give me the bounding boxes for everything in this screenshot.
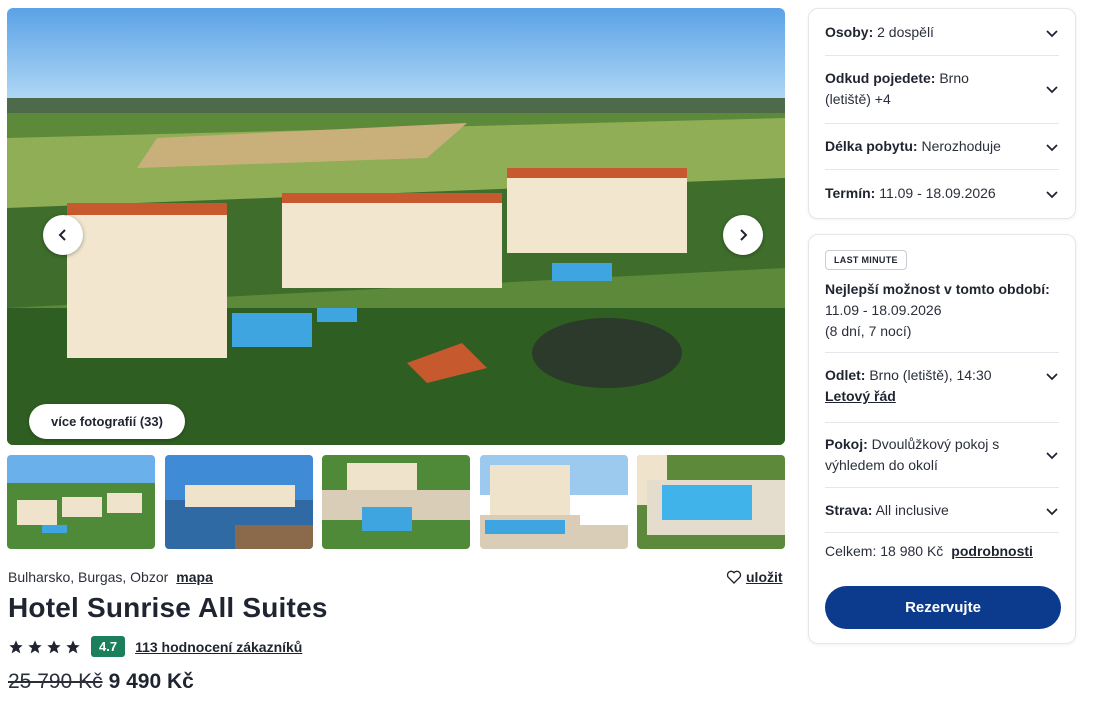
best-option-label: Nejlepší možnost v tomto období:: [825, 281, 1050, 297]
reserve-button[interactable]: Rezervujte: [825, 586, 1061, 629]
chevron-down-icon: [1046, 373, 1058, 381]
flight-value: Brno (letiště), 14:30: [869, 367, 992, 383]
star-icon: [66, 639, 80, 653]
chevron-down-icon: [1046, 143, 1058, 151]
room-label: Pokoj:: [825, 436, 868, 452]
search-filters-panel: Osoby: 2 dospělí Odkud pojedete: Brno (l…: [808, 8, 1076, 219]
star-icon: [9, 639, 23, 653]
star-rating: [8, 639, 81, 655]
board-selector[interactable]: Strava: All inclusive: [825, 500, 1059, 521]
details-link[interactable]: podrobnosti: [951, 543, 1033, 559]
location-text: Bulharsko, Burgas, Obzor: [8, 569, 169, 585]
thumbnail-5[interactable]: [637, 455, 785, 549]
hotel-location: Bulharsko, Burgas, Obzor mapa: [8, 569, 213, 585]
persons-value: 2 dospělí: [877, 24, 934, 40]
board-value: All inclusive: [875, 502, 949, 518]
chevron-down-icon: [1046, 507, 1058, 515]
departure-selector[interactable]: Odkud pojedete: Brno (letiště) +4: [825, 68, 1059, 110]
next-photo-button[interactable]: [723, 215, 763, 255]
flight-schedule-link[interactable]: Letový řád: [825, 386, 992, 407]
chevron-down-icon: [1046, 452, 1058, 460]
persons-label: Osoby:: [825, 24, 874, 40]
board-label: Strava:: [825, 502, 873, 518]
heart-icon: [726, 570, 742, 584]
chevron-down-icon: [1046, 86, 1058, 94]
old-price: 25 790 Kč: [8, 670, 103, 693]
total-price: Celkem: 18 980 Kč podrobnosti: [825, 543, 1033, 559]
thumbnail-4[interactable]: [480, 455, 628, 549]
chevron-right-icon: [740, 229, 748, 241]
room-selector[interactable]: Pokoj: Dvoulůžkový pokoj s výhledem do o…: [825, 434, 1059, 476]
main-photo[interactable]: více fotografií (33): [7, 8, 785, 445]
departure-label: Odkud pojedete:: [825, 70, 936, 86]
flight-label: Odlet:: [825, 367, 866, 383]
save-button[interactable]: uložit: [726, 569, 783, 585]
best-option: Nejlepší možnost v tomto období: 11.09 -…: [825, 279, 1050, 342]
stay-length-selector[interactable]: Délka pobytu: Nerozhoduje: [825, 136, 1059, 157]
map-link[interactable]: mapa: [176, 569, 213, 585]
hotel-name: Hotel Sunrise All Suites: [8, 592, 328, 623]
thumbnail-3[interactable]: [322, 455, 470, 549]
date-label: Termín:: [825, 185, 876, 201]
thumbnail-1[interactable]: [7, 455, 155, 549]
previous-photo-button[interactable]: [43, 215, 83, 255]
reviews-link[interactable]: 113 hodnocení zákazníků: [135, 639, 302, 655]
chevron-down-icon: [1046, 29, 1058, 37]
chevron-down-icon: [1046, 190, 1058, 198]
date-selector[interactable]: Termín: 11.09 - 18.09.2026: [825, 183, 1059, 204]
best-option-dates: 11.09 - 18.09.2026: [825, 302, 942, 318]
rating-badge: 4.7: [91, 636, 126, 657]
more-photos-button[interactable]: více fotografií (33): [29, 404, 185, 439]
new-price: 9 490 Kč: [108, 670, 194, 693]
thumbnail-strip: [7, 455, 785, 549]
thumbnail-2[interactable]: [165, 455, 313, 549]
stay-length-label: Délka pobytu:: [825, 138, 918, 154]
rating-row: 4.7 113 hodnocení zákazníků: [8, 636, 302, 657]
total-price-text: Celkem: 18 980 Kč: [825, 543, 944, 559]
chevron-left-icon: [58, 229, 66, 241]
offer-panel: LAST MINUTE Nejlepší možnost v tomto obd…: [808, 234, 1076, 644]
price-row: 25 790 Kč 9 490 Kč: [8, 670, 194, 694]
best-option-length: (8 dní, 7 nocí): [825, 323, 912, 339]
save-label: uložit: [746, 569, 783, 585]
stay-length-value: Nerozhoduje: [921, 138, 1001, 154]
last-minute-badge: LAST MINUTE: [825, 250, 907, 270]
date-value: 11.09 - 18.09.2026: [879, 185, 996, 201]
star-icon: [28, 639, 42, 653]
flight-selector[interactable]: Odlet: Brno (letiště), 14:30 Letový řád: [825, 365, 1059, 407]
star-icon: [47, 639, 61, 653]
persons-selector[interactable]: Osoby: 2 dospělí: [825, 22, 1059, 43]
